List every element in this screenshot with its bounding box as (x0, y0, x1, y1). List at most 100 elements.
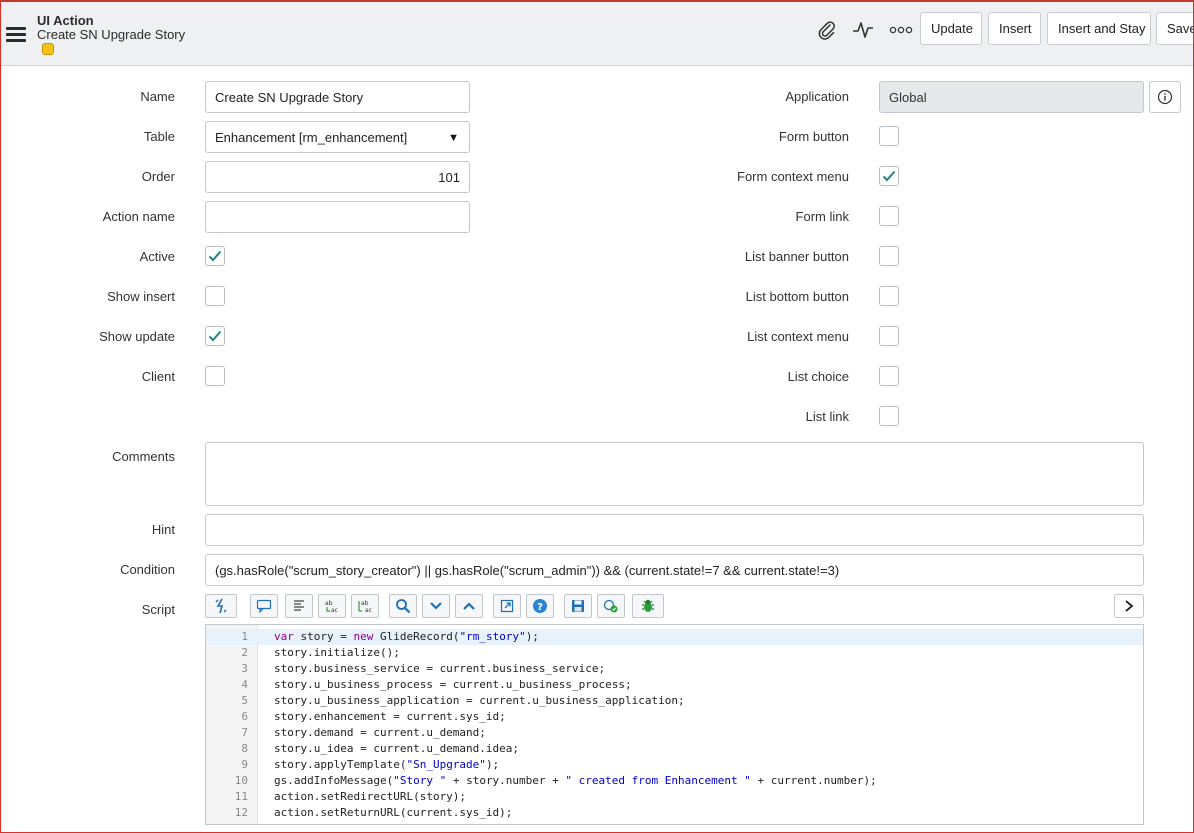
script-debugger-icon[interactable] (597, 594, 625, 618)
line-number: 9 (241, 758, 248, 771)
update-button[interactable]: Update (920, 12, 982, 45)
name-label: Name (140, 89, 175, 104)
form-context-menu-checkbox[interactable] (879, 166, 899, 186)
application-value: Global (889, 89, 927, 105)
comments-textarea[interactable] (205, 442, 1144, 506)
toggle-syntax-icon[interactable] (205, 594, 237, 618)
line-number: 1 (241, 630, 248, 643)
code-line: 4 story.u_business_process = current.u_bu… (206, 677, 1143, 693)
insert-and-stay-button[interactable]: Insert and Stay (1047, 12, 1151, 45)
table-value: Enhancement [rm_enhancement] (215, 129, 408, 145)
insert-button[interactable]: Insert (988, 12, 1041, 45)
script-label: Script (141, 602, 175, 617)
comments-label: Comments (112, 449, 175, 464)
script-editor[interactable]: 1 var story = new GlideRecord("rm_story")… (205, 624, 1144, 825)
replace-icon[interactable]: ab ac (318, 594, 346, 618)
table-select[interactable]: Enhancement [rm_enhancement] ▼ (205, 121, 470, 153)
database-icon (42, 43, 54, 55)
svg-text:ac: ac (331, 607, 338, 613)
svg-text:?: ? (537, 602, 543, 613)
open-in-new-window-icon[interactable] (493, 594, 521, 618)
record-type-title: UI Action (37, 13, 94, 28)
code-line: 3 story.business_service = current.busine… (206, 661, 1143, 677)
code-text: story.initialize(); (274, 646, 400, 659)
order-value: 101 (438, 169, 460, 185)
list-choice-label: List choice (787, 369, 849, 384)
line-number: 7 (241, 726, 248, 739)
line-number: 12 (234, 806, 248, 819)
list-bottom-button-checkbox[interactable] (879, 286, 899, 306)
list-link-checkbox[interactable] (879, 406, 899, 426)
condition-value: (gs.hasRole("scrum_story_creator") || gs… (215, 562, 840, 578)
active-checkbox[interactable] (205, 246, 225, 266)
list-banner-button-checkbox[interactable] (879, 246, 899, 266)
comment-icon[interactable] (250, 594, 278, 618)
code-text: story.u_idea = current.u_demand.idea; (274, 742, 520, 755)
activity-icon[interactable] (851, 19, 875, 41)
line-number: 10 (234, 774, 248, 787)
line-number: 8 (241, 742, 248, 755)
code-text: var story = new GlideRecord("rm_story"); (274, 630, 539, 643)
line-number: 6 (241, 710, 248, 723)
code-text: story.business_service = current.busines… (274, 662, 606, 675)
code-text: story.enhancement = current.sys_id; (274, 710, 506, 723)
save-script-icon[interactable] (564, 594, 592, 618)
info-icon[interactable] (1149, 81, 1181, 113)
debug-bug-icon[interactable] (632, 594, 664, 618)
code-text: story.u_business_application = current.u… (274, 694, 685, 707)
list-context-menu-label: List context menu (747, 329, 849, 344)
hint-field[interactable] (205, 514, 1144, 546)
table-label: Table (143, 129, 175, 144)
name-field[interactable]: Create SN Upgrade Story (205, 81, 470, 113)
application-field: Global (879, 81, 1144, 113)
record-name-subtitle: Create SN Upgrade Story (37, 27, 186, 42)
form-link-checkbox[interactable] (879, 206, 899, 226)
order-label: Order (141, 169, 175, 184)
list-choice-checkbox[interactable] (879, 366, 899, 386)
form-button-checkbox[interactable] (879, 126, 899, 146)
code-text: gs.addInfoMessage("Story " + story.numbe… (274, 774, 877, 787)
paperclip-icon[interactable] (815, 19, 839, 41)
code-text: story.demand = current.u_demand; (274, 726, 486, 739)
line-number: 5 (241, 694, 248, 707)
code-line: 10 gs.addInfoMessage("Story " + story.num… (206, 773, 1143, 789)
find-previous-icon[interactable] (455, 594, 483, 618)
line-number: 4 (241, 678, 248, 691)
help-icon[interactable]: ? (526, 594, 554, 618)
checkmark-icon (208, 250, 222, 262)
replace-all-icon[interactable]: ab ac (351, 594, 379, 618)
dropdown-arrow-icon: ▼ (448, 132, 459, 144)
form-context-menu-label: Form context menu (737, 169, 849, 184)
form-button-label: Form button (778, 129, 849, 144)
order-field[interactable]: 101 (205, 161, 470, 193)
form-header: UI Action Create SN Upgrade Story Update… (1, 2, 1194, 66)
list-banner-button-label: List banner button (744, 249, 849, 264)
action-name-field[interactable] (205, 201, 470, 233)
code-line: 11 action.setRedirectURL(story); (206, 789, 1143, 805)
hamburger-menu-icon[interactable] (6, 27, 26, 43)
show-insert-checkbox[interactable] (205, 286, 225, 306)
code-line: 8 story.u_idea = current.u_demand.idea; (206, 741, 1143, 757)
svg-text:ac: ac (365, 607, 372, 613)
show-update-checkbox[interactable] (205, 326, 225, 346)
client-checkbox[interactable] (205, 366, 225, 386)
form-link-label: Form link (795, 209, 849, 224)
find-next-icon[interactable] (422, 594, 450, 618)
list-context-menu-checkbox[interactable] (879, 326, 899, 346)
code-text: action.setReturnURL(current.sys_id); (274, 806, 513, 819)
line-number: 2 (241, 646, 248, 659)
more-options-icon[interactable] (889, 19, 913, 41)
code-text: story.u_business_process = current.u_bus… (274, 678, 632, 691)
code-line: 5 story.u_business_application = current.… (206, 693, 1143, 709)
active-label: Active (139, 249, 175, 264)
hint-label: Hint (151, 522, 175, 537)
search-icon[interactable] (389, 594, 417, 618)
code-text: action.setRedirectURL(story); (274, 790, 467, 803)
condition-field[interactable]: (gs.hasRole("scrum_story_creator") || gs… (205, 554, 1144, 586)
format-code-icon[interactable] (285, 594, 313, 618)
name-value: Create SN Upgrade Story (215, 89, 364, 105)
line-number: 3 (241, 662, 248, 675)
save-button[interactable]: Save (1156, 12, 1194, 45)
expand-chevron-icon[interactable] (1114, 594, 1144, 618)
code-line: 2 story.initialize(); (206, 645, 1143, 661)
